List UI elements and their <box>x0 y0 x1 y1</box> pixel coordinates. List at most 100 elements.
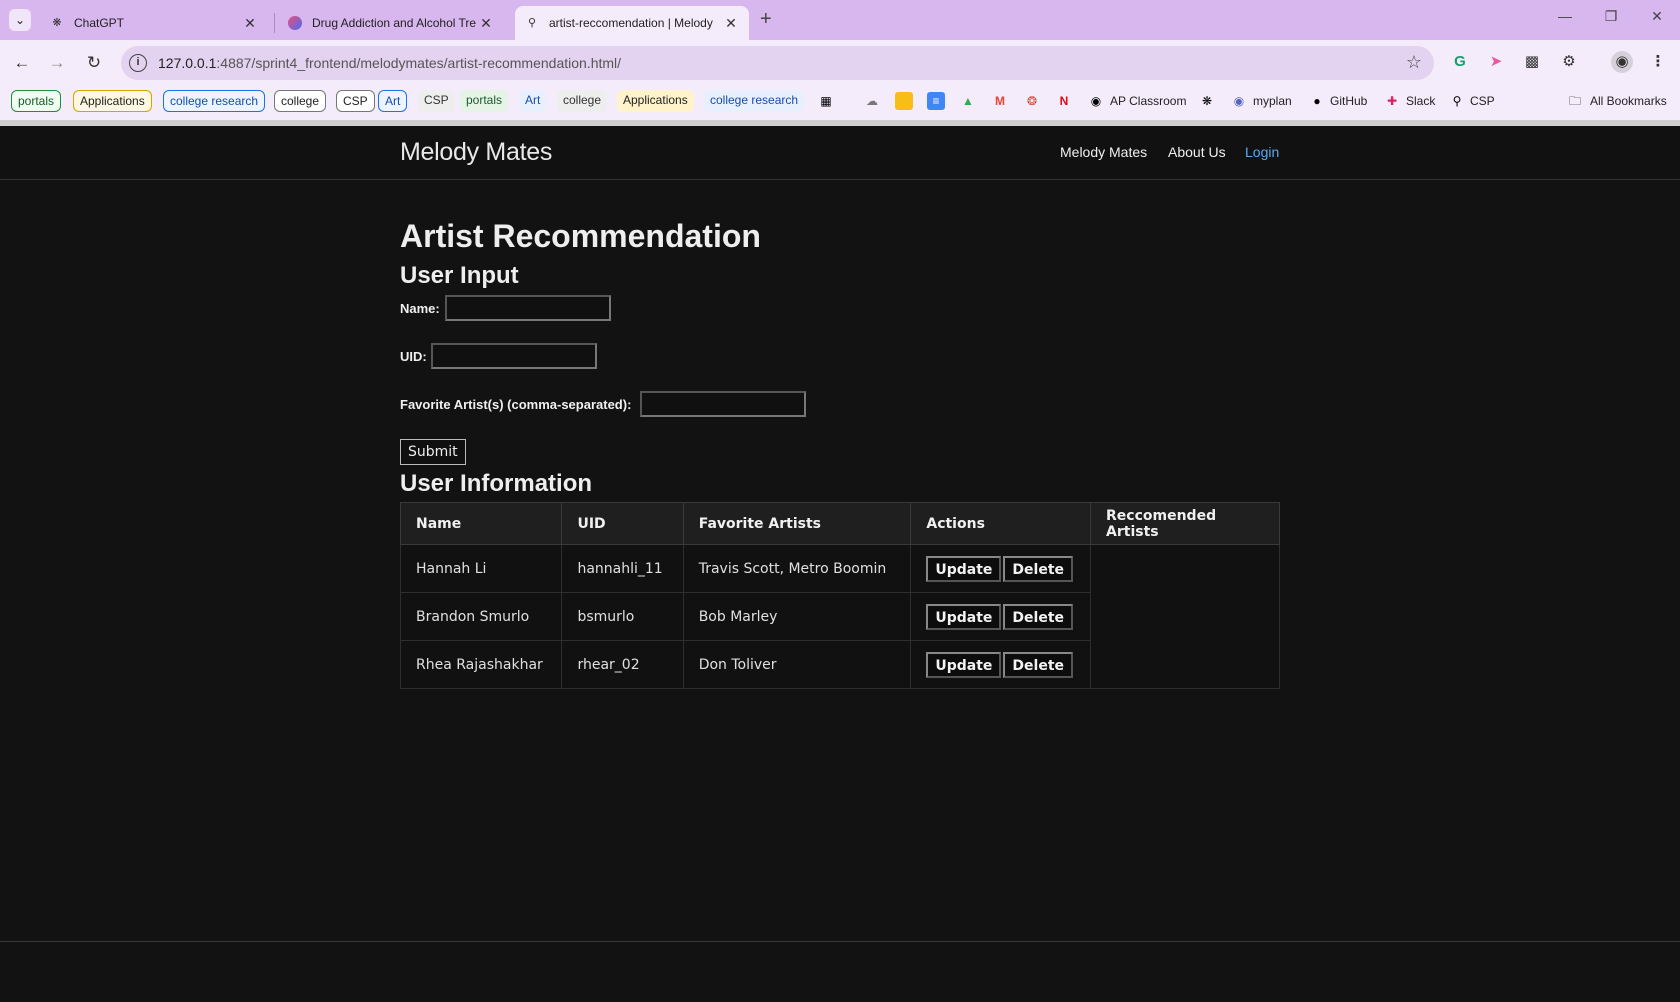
bookmarks-bar: portals Applications college research co… <box>0 86 1680 120</box>
close-window-icon[interactable]: ✕ <box>1642 8 1672 25</box>
cell-uid: hannahli_11 <box>561 544 684 593</box>
robot-extension-icon[interactable]: ▩ <box>1521 51 1543 73</box>
cell-actions: Update Delete <box>910 640 1092 689</box>
nav-login-link[interactable]: Login <box>1245 144 1279 160</box>
docs-icon[interactable]: ≡ <box>927 92 945 110</box>
tab-title: ChatGPT <box>74 16 125 30</box>
delete-button[interactable]: Delete <box>1003 603 1074 630</box>
cell-name: Brandon Smurlo <box>399 592 563 641</box>
nav-about-link[interactable]: About Us <box>1168 144 1226 160</box>
url-path: :4887/sprint4_frontend/melodymates/artis… <box>216 55 622 71</box>
tab-title: artist-reccomendation | Melody <box>549 16 713 30</box>
bookmark-portals-plain[interactable]: portals <box>460 90 509 112</box>
table-row: Hannah Li hannahli_11 Travis Scott, Metr… <box>399 544 1280 689</box>
bookmark-art[interactable]: Art <box>378 90 408 112</box>
url-host: 127.0.0.1 <box>158 55 217 71</box>
site-info-icon[interactable]: i <box>129 54 147 72</box>
gmail-icon[interactable]: M <box>991 92 1009 110</box>
minimize-icon[interactable]: — <box>1550 8 1580 24</box>
bookmark-csp-plain[interactable]: CSP <box>418 90 455 112</box>
bookmark-college-research-plain[interactable]: college research <box>704 90 805 112</box>
footer-divider <box>0 941 1680 942</box>
bookmark-csp-link[interactable]: CSP <box>1470 94 1495 108</box>
magnifier-favicon-icon: ⚲ <box>527 17 537 29</box>
puzzle-extensions-icon[interactable]: ⚙ <box>1558 51 1580 73</box>
new-tab-icon[interactable]: + <box>760 8 772 31</box>
tab-drug-addiction[interactable]: Drug Addiction and Alcohol Tre ✕ <box>278 6 504 40</box>
netflix-icon[interactable]: N <box>1055 92 1073 110</box>
restore-icon[interactable]: ❐ <box>1596 8 1626 25</box>
cell-actions: Update Delete <box>910 592 1092 641</box>
user-input-heading: User Input <box>400 262 519 289</box>
close-tab-icon[interactable]: ✕ <box>242 15 258 32</box>
nav-home-link[interactable]: Melody Mates <box>1060 144 1147 160</box>
update-button[interactable]: Update <box>926 651 1002 678</box>
extension-arrow-icon[interactable]: ➤ <box>1485 51 1507 73</box>
close-tab-icon[interactable]: ✕ <box>478 15 494 32</box>
gradient-logo-icon <box>288 16 302 30</box>
page-title: Artist Recommendation <box>400 218 761 254</box>
tab-artist-recommendation[interactable]: ⚲ artist-reccomendation | Melody ✕ <box>515 6 749 40</box>
bookmark-csp[interactable]: CSP <box>336 90 375 112</box>
tab-chatgpt[interactable]: ❋ ChatGPT ✕ <box>40 6 268 40</box>
grammarly-icon[interactable]: G <box>1449 51 1471 73</box>
uid-label: UID: <box>400 349 427 364</box>
cell-recommended <box>1090 544 1280 689</box>
myplan-icon[interactable]: ◉ <box>1230 92 1248 110</box>
slack-icon[interactable]: ✚ <box>1383 92 1401 110</box>
table-header-row: Name UID Favorite Artists Actions Reccom… <box>399 502 1280 545</box>
apps-grid-icon[interactable]: ▦ <box>817 92 835 110</box>
delete-button[interactable]: Delete <box>1003 651 1074 678</box>
bookmark-art-plain[interactable]: Art <box>519 90 547 112</box>
submit-button[interactable]: Submit <box>400 439 466 465</box>
bookmark-ap-classroom[interactable]: AP Classroom <box>1110 94 1186 108</box>
kebab-menu-icon[interactable]: ⋮ <box>1647 51 1669 73</box>
cell-name: Hannah Li <box>399 544 563 593</box>
bookmark-star-icon[interactable]: ☆ <box>1406 52 1422 73</box>
address-bar[interactable]: i 127.0.0.1:4887/sprint4_frontend/melody… <box>121 46 1434 80</box>
openai-icon[interactable]: ❋ <box>1198 92 1216 110</box>
bookmark-myplan[interactable]: myplan <box>1253 94 1292 108</box>
folder-icon[interactable]: 🗀 <box>1566 92 1584 110</box>
update-button[interactable]: Update <box>926 603 1002 630</box>
github-icon[interactable]: ● <box>1308 92 1326 110</box>
cell-artists: Bob Marley <box>682 592 912 641</box>
favorite-artists-input[interactable] <box>640 391 806 417</box>
cell-artists: Don Toliver <box>682 640 912 689</box>
magnifier-bookmark-icon[interactable]: ⚲ <box>1448 92 1466 110</box>
drive-icon[interactable]: ▲ <box>959 92 977 110</box>
bookmark-slack[interactable]: Slack <box>1406 94 1435 108</box>
url-text[interactable]: 127.0.0.1:4887/sprint4_frontend/melodyma… <box>158 55 621 71</box>
site-header: Melody Mates Melody Mates About Us Login <box>0 126 1680 180</box>
name-input[interactable] <box>445 295 611 321</box>
cloud-icon[interactable]: ☁ <box>863 92 881 110</box>
close-tab-icon[interactable]: ✕ <box>723 15 739 32</box>
bookmark-github[interactable]: GitHub <box>1330 94 1367 108</box>
profile-avatar-icon[interactable]: ◉ <box>1611 51 1633 73</box>
back-icon[interactable]: ← <box>11 52 33 74</box>
col-name-header: Name <box>399 502 563 545</box>
tab-search-chevron-icon[interactable]: ⌄ <box>9 9 31 31</box>
bookmark-college-research[interactable]: college research <box>163 90 266 112</box>
tab-strip: ⌄ ❋ ChatGPT ✕ Drug Addiction and Alcohol… <box>0 0 1680 40</box>
site-brand[interactable]: Melody Mates <box>400 138 552 167</box>
bookmark-college[interactable]: college <box>274 90 327 112</box>
uid-input[interactable] <box>431 343 597 369</box>
cell-name: Rhea Rajashakhar <box>399 640 563 689</box>
update-button[interactable]: Update <box>926 555 1002 582</box>
delete-button[interactable]: Delete <box>1003 555 1074 582</box>
slides-icon[interactable] <box>895 92 913 110</box>
bookmark-applications[interactable]: Applications <box>73 90 152 112</box>
reload-icon[interactable]: ↻ <box>83 52 105 74</box>
bookmark-applications-plain[interactable]: Applications <box>617 90 694 112</box>
cell-artists: Travis Scott, Metro Boomin <box>682 544 912 593</box>
bookmark-portals[interactable]: portals <box>11 90 62 112</box>
globe-icon[interactable]: ◉ <box>1087 92 1105 110</box>
name-label: Name: <box>400 301 440 316</box>
all-bookmarks[interactable]: All Bookmarks <box>1590 94 1667 108</box>
forward-icon[interactable]: → <box>46 52 68 74</box>
cell-uid: rhear_02 <box>561 640 684 689</box>
bookmark-college-plain[interactable]: college <box>557 90 608 112</box>
target-icon[interactable]: ❂ <box>1023 92 1041 110</box>
col-actions-header: Actions <box>910 502 1092 545</box>
